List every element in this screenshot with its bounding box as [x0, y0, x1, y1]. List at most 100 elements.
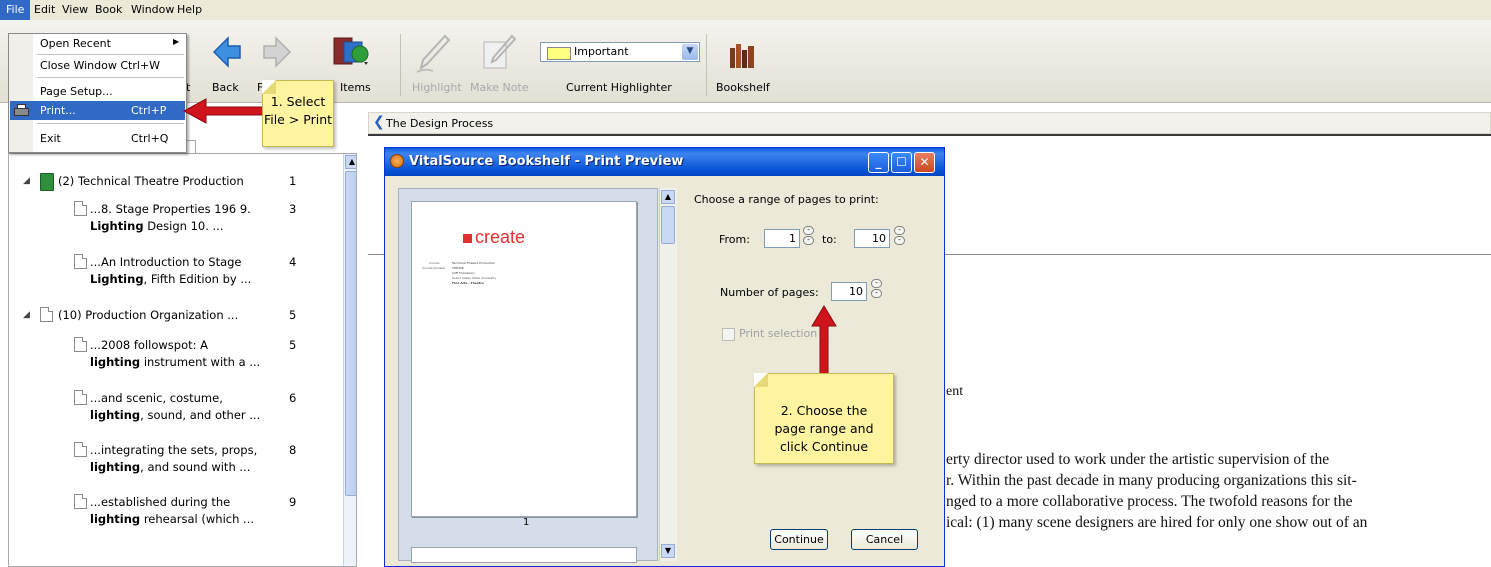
menu-item-close-window[interactable]: Close Window Ctrl+W — [9, 56, 186, 75]
callout-line: 2. Choose the — [780, 403, 868, 418]
from-stepper[interactable]: -- — [803, 226, 814, 245]
minimize-icon[interactable]: _ — [868, 152, 889, 173]
decrement-icon[interactable]: - — [803, 236, 814, 245]
menu-item-label: Open Recent — [40, 37, 111, 50]
menu-separator — [37, 54, 184, 55]
dialog-title-bar[interactable]: VitalSource Bookshelf - Print Preview _ … — [385, 148, 944, 176]
scroll-up-icon[interactable]: ▲ — [661, 190, 675, 204]
menu-book[interactable]: Book — [95, 3, 122, 16]
result-item[interactable]: ...and scenic, costume, lighting, sound,… — [90, 390, 356, 424]
scroll-up-icon[interactable]: ▲ — [345, 155, 356, 169]
num-pages-field[interactable]: 10 — [831, 282, 867, 301]
to-label: to: — [822, 233, 837, 246]
highlighter-color-swatch — [547, 47, 571, 60]
result-page: 8 — [289, 443, 297, 457]
items-button[interactable] — [332, 32, 372, 72]
to-field[interactable]: 10 — [854, 229, 890, 248]
back-button[interactable] — [212, 34, 242, 70]
thumb-line: Grand Valley State University — [452, 276, 497, 280]
result-snippet-line1: ...established during the — [90, 495, 231, 509]
chevron-left-icon[interactable]: ❮ — [373, 114, 385, 130]
callout-fold — [754, 373, 768, 387]
collapse-triangle-icon[interactable]: ◢ — [23, 310, 30, 320]
body-text-fragment: ent — [946, 384, 964, 399]
make-note-button[interactable] — [480, 34, 517, 74]
cancel-button[interactable]: Cancel — [851, 529, 918, 550]
menu-view[interactable]: View — [62, 3, 88, 16]
thumb-line: Cliff Thompson — [452, 271, 475, 275]
result-item[interactable]: ...8. Stage Properties 196 9. Lighting D… — [90, 201, 356, 235]
result-item[interactable]: ...2008 followspot: A lighting instrumen… — [90, 337, 356, 371]
page-border — [368, 134, 1491, 136]
pen-icon — [416, 34, 451, 73]
document-icon — [74, 442, 87, 457]
menu-item-page-setup[interactable]: Page Setup... — [9, 82, 186, 101]
forward-arrow-icon — [263, 36, 292, 68]
continue-button[interactable]: Continue — [770, 529, 828, 550]
from-label: From: — [719, 233, 750, 246]
next-page-thumbnail[interactable] — [411, 547, 637, 563]
forward-button[interactable] — [262, 34, 292, 70]
menu-separator — [37, 123, 184, 124]
from-field[interactable]: 1 — [764, 229, 800, 248]
num-pages-stepper[interactable]: -- — [871, 279, 882, 298]
decrement-icon[interactable]: - — [871, 289, 882, 298]
preview-scrollbar[interactable]: ▲ ▼ — [659, 188, 677, 561]
print-preview-dialog: VitalSource Bookshelf - Print Preview _ … — [384, 147, 945, 567]
highlight-button[interactable] — [415, 34, 451, 74]
result-snippet-line2: rehearsal (which ... — [140, 512, 255, 526]
menu-item-shortcut: Ctrl+Q — [131, 132, 169, 145]
menu-file[interactable]: File — [0, 0, 31, 20]
bookshelf-button[interactable] — [728, 42, 758, 70]
menu-window[interactable]: Window — [131, 3, 174, 16]
maximize-icon[interactable]: ☐ — [891, 152, 912, 173]
menu-item-open-recent[interactable]: Open Recent ▶ — [9, 34, 186, 53]
increment-icon[interactable]: - — [871, 279, 882, 288]
result-item[interactable]: ...integrating the sets, props, lighting… — [90, 442, 356, 476]
thumb-key: Course — [429, 261, 440, 265]
increment-icon[interactable]: - — [894, 226, 905, 235]
menu-item-label: Close Window Ctrl+W — [40, 59, 160, 72]
decrement-icon[interactable]: - — [894, 236, 905, 245]
body-text-line: erty director used to work under the art… — [946, 451, 1330, 468]
page-thumbnail[interactable]: create Course Course Number Technical Th… — [411, 201, 637, 517]
callout-line: File > Print — [263, 112, 333, 127]
highlight-label: Highlight — [412, 81, 462, 94]
menu-help[interactable]: Help — [177, 3, 202, 16]
body-text-line: nged to a more collaborative process. Th… — [946, 493, 1353, 510]
callout-select-file-print: 1. Select File > Print — [262, 80, 334, 147]
result-item[interactable]: ...An Introduction to Stage Lighting, Fi… — [90, 254, 356, 288]
result-page: 4 — [289, 255, 297, 269]
document-icon — [74, 494, 87, 509]
collapse-triangle-icon[interactable]: ◢ — [23, 176, 30, 186]
result-heading[interactable]: (10) Production Organization ... — [58, 307, 356, 324]
callout-arrow-left — [182, 98, 269, 124]
make-note-label: Make Note — [470, 81, 529, 94]
result-keyword: Lighting — [90, 219, 144, 233]
result-item[interactable]: ...established during the lighting rehea… — [90, 494, 356, 528]
thumb-line: Technical Theatre Production — [452, 261, 496, 265]
print-selection-checkbox[interactable] — [722, 328, 735, 341]
thumb-line: Fine Arts - Theatre — [452, 281, 484, 285]
document-icon — [74, 201, 87, 216]
search-results-panel: ▲ ◢ (2) Technical Theatre Production 1 .… — [8, 153, 357, 567]
callout-line: 1. Select — [270, 94, 326, 109]
scroll-thumb[interactable] — [661, 206, 675, 244]
scroll-down-icon[interactable]: ▼ — [661, 544, 675, 558]
close-icon[interactable]: ✕ — [914, 152, 935, 173]
submenu-arrow-icon: ▶ — [173, 37, 180, 46]
highlighter-select[interactable]: Important ▼ — [540, 42, 700, 62]
result-heading[interactable]: (2) Technical Theatre Production — [58, 173, 356, 190]
menu-edit[interactable]: Edit — [34, 3, 55, 16]
menu-bar: File Edit View Book Window Help — [0, 0, 1491, 21]
breadcrumb-title[interactable]: The Design Process — [386, 117, 493, 130]
menu-item-label: Page Setup... — [40, 85, 113, 98]
result-snippet-line1: ...integrating the sets, props, — [90, 443, 258, 457]
increment-icon[interactable]: - — [803, 226, 814, 235]
chevron-down-icon[interactable]: ▼ — [682, 44, 698, 60]
menu-item-print[interactable]: Print... Ctrl+P — [10, 101, 185, 120]
to-stepper[interactable]: -- — [894, 226, 905, 245]
result-page: 3 — [289, 202, 297, 216]
result-keyword: Lighting — [90, 272, 144, 286]
menu-item-exit[interactable]: Exit Ctrl+Q — [9, 129, 186, 148]
